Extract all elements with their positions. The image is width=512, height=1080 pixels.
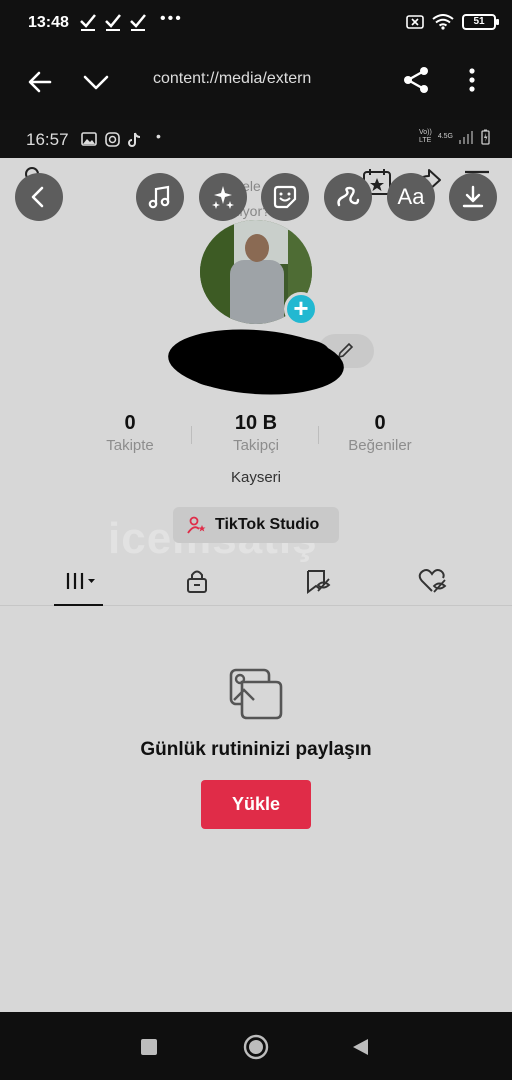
home-circle-icon[interactable] xyxy=(243,1034,269,1060)
effects-button[interactable] xyxy=(199,173,247,221)
followers-stat[interactable]: 10 B Takipçi xyxy=(201,412,311,454)
videos-grid-icon xyxy=(66,572,95,589)
more-notifications-icon: ••• xyxy=(160,10,183,27)
check-notification-icon xyxy=(80,14,96,31)
check-notification-icon xyxy=(130,14,146,31)
network-type: 4.5G xyxy=(437,133,453,140)
battery-icon: 51 xyxy=(462,14,499,30)
profile-location: Kayseri xyxy=(230,469,282,486)
tab-private[interactable] xyxy=(180,564,214,598)
tab-reposts[interactable] xyxy=(300,564,334,598)
sim-off-icon xyxy=(406,15,424,29)
tab-videos[interactable] xyxy=(54,564,103,606)
liked-hidden-icon xyxy=(418,569,447,593)
volte-indicator: Vo)) LTE xyxy=(418,129,432,144)
upload-button[interactable]: Yükle xyxy=(201,780,311,829)
text-aa-icon: Aa xyxy=(397,184,425,209)
photos-icon xyxy=(229,668,283,720)
stat-divider xyxy=(191,426,192,444)
system-nav-bar xyxy=(0,1012,512,1080)
sticker-button[interactable] xyxy=(261,173,309,221)
draw-button[interactable] xyxy=(324,173,372,221)
wifi-icon xyxy=(432,14,454,30)
likes-stat[interactable]: 0 Beğeniler xyxy=(325,412,435,454)
check-notification-icon xyxy=(105,14,121,31)
status-time: 13:48 xyxy=(28,14,69,31)
repost-hidden-icon xyxy=(307,570,331,594)
text-button[interactable]: Aa xyxy=(387,173,435,221)
recents-square-icon[interactable] xyxy=(140,1038,158,1056)
back-arrow-icon[interactable] xyxy=(24,66,56,98)
stat-divider xyxy=(318,426,319,444)
profile-page: Nele Biliyor? Aa + 0 Takipte 10 B Takipç… xyxy=(0,158,512,1012)
profile-tabs xyxy=(0,558,512,606)
following-label: Takipte xyxy=(106,437,154,454)
inner-time: 16:57 xyxy=(26,130,69,149)
add-story-button[interactable]: + xyxy=(284,292,318,326)
tiktok-icon xyxy=(128,132,141,147)
tiktok-studio-button[interactable]: TikTok Studio xyxy=(173,507,339,543)
instagram-icon xyxy=(105,132,120,147)
empty-state-title: Günlük rutininizi paylaşın xyxy=(140,739,372,760)
file-url: content://media/extern xyxy=(153,70,312,87)
notification-icons xyxy=(80,12,146,32)
back-triangle-icon[interactable] xyxy=(350,1037,370,1057)
chevron-down-icon[interactable] xyxy=(80,66,112,98)
signal-icon xyxy=(459,131,473,144)
following-count: 0 xyxy=(124,412,136,434)
likes-label: Beğeniler xyxy=(348,437,412,454)
tab-liked[interactable] xyxy=(416,564,450,598)
likes-count: 0 xyxy=(374,412,386,434)
notification-dot: • xyxy=(156,128,161,144)
draw-squiggle-icon xyxy=(337,186,360,207)
share-icon[interactable] xyxy=(400,64,432,96)
inner-status-bar: 16:57 • Vo)) LTE 4.5G xyxy=(0,120,512,158)
battery-charging-icon xyxy=(481,129,490,145)
studio-user-star-icon xyxy=(187,516,206,534)
tiktok-studio-label: TikTok Studio xyxy=(215,516,320,533)
followers-count: 10 B xyxy=(234,412,278,434)
lock-icon xyxy=(187,570,207,593)
effects-sparkle-icon xyxy=(212,186,234,209)
system-status-bar: 13:48 ••• 51 xyxy=(0,0,512,48)
gallery-icon xyxy=(81,132,97,146)
sticker-icon xyxy=(273,185,297,209)
back-arrow-icon xyxy=(31,186,44,208)
editor-back-button[interactable] xyxy=(15,173,63,221)
music-icon xyxy=(148,185,170,209)
download-icon xyxy=(462,185,484,208)
more-vertical-icon[interactable] xyxy=(460,64,484,96)
download-button[interactable] xyxy=(449,173,497,221)
music-button[interactable] xyxy=(136,173,184,221)
viewer-toolbar: content://media/extern xyxy=(0,48,512,120)
following-stat[interactable]: 0 Takipte xyxy=(75,412,185,454)
followers-label: Takipçi xyxy=(233,437,279,454)
